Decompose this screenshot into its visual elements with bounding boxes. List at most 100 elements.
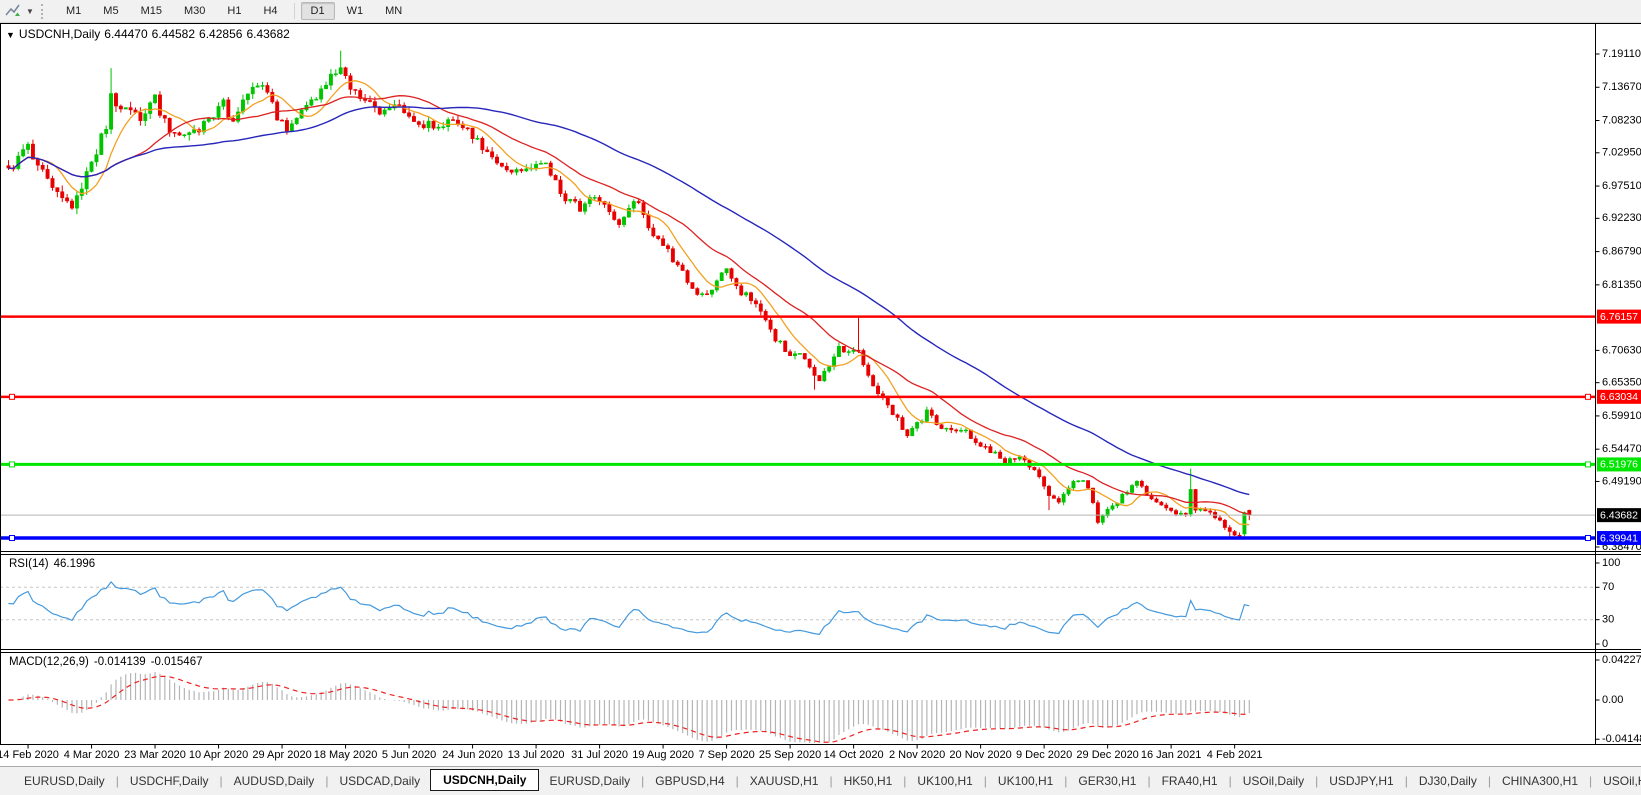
date-tick-label: 31 Jul 2020: [571, 749, 628, 761]
symbol-tabbar: EURUSD,Daily|USDCHF,Daily|AUDUSD,Daily|U…: [0, 766, 1641, 795]
title-high: 6.44582: [152, 27, 195, 41]
periods-icon-glyph: [5, 4, 21, 18]
tab-uk100-h1[interactable]: UK100,H1: [907, 771, 982, 791]
price-tick-label: 6.81350: [1602, 279, 1641, 291]
timeframe-button-h4[interactable]: H4: [253, 2, 287, 20]
date-tick-label: 29 Dec 2020: [1076, 749, 1138, 761]
candle: [686, 269, 689, 284]
rsi-tick-label: 70: [1602, 581, 1614, 593]
timeframe-button-m15[interactable]: M15: [131, 2, 172, 20]
periods-icon[interactable]: [2, 1, 24, 21]
date-tick-label: 24 Jun 2020: [442, 749, 503, 761]
tab-dj30-daily[interactable]: DJ30,Daily: [1409, 771, 1487, 791]
candle: [1121, 493, 1124, 503]
toolbar-grip-handle: [41, 4, 48, 19]
title-open: 6.44470: [104, 27, 147, 41]
price-tick-label: 7.02950: [1602, 147, 1641, 159]
timeframe-button-w1[interactable]: W1: [337, 2, 374, 20]
hline-handle[interactable]: [1586, 394, 1591, 399]
price-tick-label: 6.86790: [1602, 245, 1641, 257]
date-tick-label: 20 Nov 2020: [949, 749, 1011, 761]
rsi-tick-label: 0: [1602, 638, 1608, 650]
title-symbol: USDCNH,Daily: [19, 27, 100, 41]
tab-usoil-daily[interactable]: USOil,Daily: [1233, 771, 1314, 791]
candle: [1130, 484, 1133, 494]
svg-text:6.43682: 6.43682: [1600, 509, 1638, 521]
candle: [803, 353, 806, 360]
price-tick-label: 6.65350: [1602, 377, 1641, 389]
date-tick-label: 23 Mar 2020: [124, 749, 186, 761]
candle: [808, 358, 811, 368]
price-tick-label: 6.59910: [1602, 410, 1641, 422]
chart-canvas[interactable]: 7.191107.136707.082307.029506.975106.922…: [0, 0, 1641, 794]
date-tick-label: 18 May 2020: [314, 749, 378, 761]
timeframe-button-m1[interactable]: M1: [56, 2, 91, 20]
svg-text:6.76157: 6.76157: [1600, 311, 1638, 323]
chart-title: ▼USDCNH,Daily6.444706.445826.428566.4368…: [6, 27, 294, 41]
candle: [544, 163, 547, 164]
date-tick-label: 7 Sep 2020: [698, 749, 754, 761]
candle: [774, 328, 777, 342]
tab-usoil-h1[interactable]: USOil,H1: [1593, 771, 1641, 791]
candle: [696, 287, 699, 296]
candle: [100, 132, 103, 155]
hline-handle[interactable]: [10, 462, 15, 467]
hline-price-marker: 6.63034: [1597, 390, 1641, 404]
collapse-triangle-icon[interactable]: ▼: [6, 30, 15, 40]
price-tick-label: 6.92230: [1602, 212, 1641, 224]
tab-audusd-daily[interactable]: AUDUSD,Daily: [224, 771, 325, 791]
macd-tick-label: 0.00: [1602, 694, 1623, 706]
timeframe-button-h1[interactable]: H1: [217, 2, 251, 20]
toolbar: ▼ M1M5M15M30H1H4 D1W1MN: [0, 0, 1641, 23]
rsi-tick-label: 30: [1602, 614, 1614, 626]
date-tick-label: 5 Jun 2020: [382, 749, 436, 761]
tab-xauusd-h1[interactable]: XAUUSD,H1: [740, 771, 829, 791]
tab-china300-h1[interactable]: CHINA300,H1: [1492, 771, 1588, 791]
rsi-name: RSI(14): [9, 558, 49, 570]
timeframe-button-m5[interactable]: M5: [93, 2, 128, 20]
date-tick-label: 14 Feb 2020: [0, 749, 59, 761]
tab-fra40-h1[interactable]: FRA40,H1: [1152, 771, 1228, 791]
hline-handle[interactable]: [1586, 536, 1591, 541]
date-axis[interactable]: 14 Feb 20204 Mar 202023 Mar 202010 Apr 2…: [0, 745, 1262, 762]
price-tick-label: 7.19110: [1602, 48, 1641, 60]
dropdown-caret-icon[interactable]: ▼: [24, 7, 36, 16]
tab-usdcad-daily[interactable]: USDCAD,Daily: [329, 771, 430, 791]
candle: [671, 246, 674, 263]
rsi-label: RSI(14) 46.1996: [9, 558, 100, 570]
rsi-tick-label: 100: [1602, 557, 1620, 569]
rsi-value: 46.1996: [54, 558, 96, 570]
candle: [901, 415, 904, 429]
candle: [862, 349, 865, 367]
tab-usdcnh-daily[interactable]: USDCNH,Daily: [430, 769, 539, 791]
svg-text:6.51976: 6.51976: [1600, 459, 1638, 471]
timeframe-button-d1[interactable]: D1: [301, 2, 335, 20]
tab-usdjpy-h1[interactable]: USDJPY,H1: [1319, 771, 1403, 791]
tab-uk100-h1[interactable]: UK100,H1: [988, 771, 1063, 791]
tab-eurusd-daily[interactable]: EURUSD,Daily: [14, 771, 115, 791]
chart-plot-area[interactable]: [0, 24, 1641, 745]
candle: [1086, 480, 1089, 488]
tab-gbpusd-h4[interactable]: GBPUSD,H4: [645, 771, 734, 791]
date-tick-label: 19 Aug 2020: [632, 749, 694, 761]
candle: [691, 282, 694, 289]
price-tick-label: 7.08230: [1602, 114, 1641, 126]
macd-tick-label: -0.04148: [1602, 733, 1641, 745]
hline-handle[interactable]: [10, 394, 15, 399]
macd-label: MACD(12,26,9)-0.014139-0.015467: [9, 656, 207, 668]
tab-hk50-h1[interactable]: HK50,H1: [834, 771, 903, 791]
candle: [842, 346, 845, 353]
tab-usdchf-daily[interactable]: USDCHF,Daily: [120, 771, 219, 791]
candle: [720, 272, 723, 281]
hline-price-marker: 6.51976: [1597, 457, 1641, 471]
current-price-marker: 6.43682: [1597, 508, 1641, 522]
tab-eurusd-daily[interactable]: EURUSD,Daily: [539, 771, 640, 791]
candle: [871, 374, 874, 386]
hline-handle[interactable]: [10, 536, 15, 541]
timeframe-button-m30[interactable]: M30: [174, 2, 215, 20]
hline-handle[interactable]: [1586, 462, 1591, 467]
hline-price-marker: 6.39941: [1597, 531, 1641, 545]
timeframe-button-mn[interactable]: MN: [375, 2, 412, 20]
tab-ger30-h1[interactable]: GER30,H1: [1068, 771, 1146, 791]
svg-text:6.39941: 6.39941: [1600, 532, 1638, 544]
